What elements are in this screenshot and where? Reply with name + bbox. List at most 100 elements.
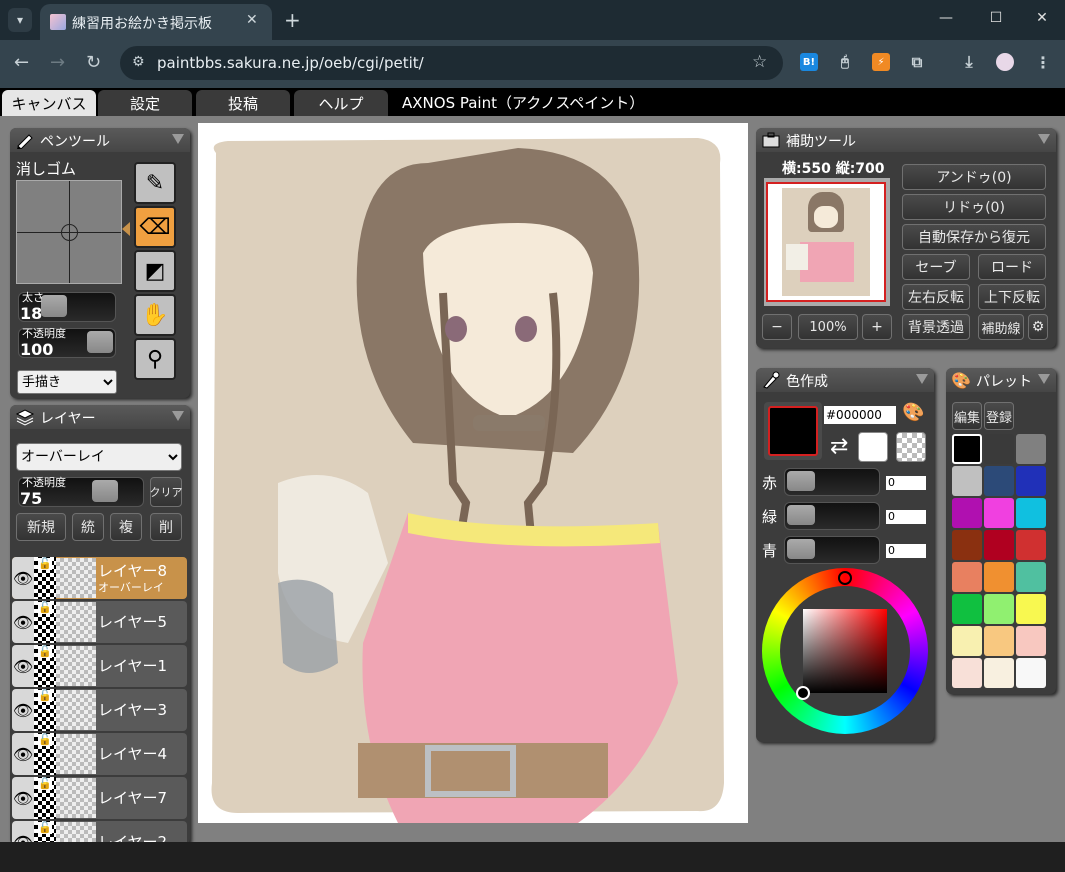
palette-swatch[interactable] bbox=[952, 498, 982, 528]
bg-transparent-button[interactable]: 背景透過 bbox=[902, 314, 970, 340]
color-header[interactable]: 色作成 bbox=[756, 368, 934, 392]
guide-line-button[interactable]: 補助線 bbox=[978, 314, 1024, 340]
hue-wheel[interactable] bbox=[762, 568, 928, 734]
merge-layer-button[interactable]: 統 bbox=[72, 513, 104, 541]
layer-row[interactable]: 👁 🔓 レイヤー3 bbox=[12, 689, 187, 731]
redo-button[interactable]: リドゥ(0) bbox=[902, 194, 1046, 220]
blue-slider[interactable] bbox=[784, 536, 880, 564]
extension-orange-icon[interactable]: ⚡ bbox=[872, 53, 890, 71]
maximize-icon[interactable]: ☐ bbox=[986, 10, 1006, 26]
omnibox[interactable]: ⚙ paintbbs.sakura.ne.jp/oeb/cgi/petit/ ☆ bbox=[120, 46, 783, 80]
tab-close-icon[interactable]: ✕ bbox=[246, 12, 258, 28]
tab-settings[interactable]: 設定 bbox=[98, 90, 192, 116]
transparent-swatch[interactable] bbox=[896, 432, 926, 462]
swap-colors-icon[interactable]: ⇄ bbox=[830, 434, 848, 459]
hatena-bookmark-icon[interactable]: B! bbox=[800, 53, 818, 71]
menu-dots-icon[interactable]: ⋮ bbox=[1034, 53, 1052, 72]
eye-icon[interactable]: 👁 bbox=[12, 777, 34, 819]
duplicate-layer-button[interactable]: 複 bbox=[110, 513, 142, 541]
zoom-level[interactable]: 100% bbox=[798, 314, 858, 340]
eye-icon[interactable]: 👁 bbox=[12, 733, 34, 775]
hue-handle[interactable] bbox=[838, 571, 852, 585]
close-window-icon[interactable]: ✕ bbox=[1032, 10, 1052, 26]
palette-swatch[interactable] bbox=[984, 658, 1014, 688]
palette-swatch[interactable] bbox=[1016, 594, 1046, 624]
zoom-in-button[interactable]: + bbox=[862, 314, 892, 340]
hex-input[interactable]: #000000 bbox=[824, 406, 896, 424]
restore-autosave-button[interactable]: 自動保存から復元 bbox=[902, 224, 1046, 250]
red-value[interactable]: 0 bbox=[886, 476, 926, 490]
white-color-swatch[interactable] bbox=[858, 432, 888, 462]
green-value[interactable]: 0 bbox=[886, 510, 926, 524]
download-icon[interactable]: ⤓ bbox=[960, 52, 978, 71]
browser-tab[interactable]: 練習用お絵かき掲示板 ✕ bbox=[40, 4, 272, 40]
layer-row[interactable]: 👁 🔓 レイヤー1 bbox=[12, 645, 187, 687]
palette-swatch[interactable] bbox=[952, 434, 982, 464]
palette-swatch[interactable] bbox=[1016, 562, 1046, 592]
reload-icon[interactable]: ↻ bbox=[86, 52, 101, 73]
bookmark-star-icon[interactable]: ☆ bbox=[752, 52, 767, 72]
eye-icon[interactable]: 👁 bbox=[12, 689, 34, 731]
layer-row[interactable]: 👁 🔓 レイヤー4 bbox=[12, 733, 187, 775]
tab-help[interactable]: ヘルプ bbox=[294, 90, 388, 116]
back-icon[interactable]: ← bbox=[14, 52, 29, 73]
tab-search-button[interactable]: ▾ bbox=[8, 8, 32, 32]
blue-value[interactable]: 0 bbox=[886, 544, 926, 558]
palette-swatch[interactable] bbox=[952, 594, 982, 624]
profile-avatar[interactable] bbox=[996, 53, 1014, 71]
brush-type-select[interactable]: 手描き bbox=[17, 370, 117, 394]
palette-swatch[interactable] bbox=[952, 626, 982, 656]
mouse-extension-icon[interactable]: 🖰 bbox=[836, 53, 854, 71]
palette-swatch[interactable] bbox=[984, 434, 1014, 464]
brush-opacity-knob[interactable] bbox=[87, 331, 113, 353]
fill-bucket-icon[interactable]: ◩ bbox=[134, 250, 176, 292]
lock-toggle[interactable]: 🔓 bbox=[34, 733, 56, 775]
palette-swatch[interactable] bbox=[984, 466, 1014, 496]
lock-icon[interactable]: 🔓 bbox=[38, 646, 52, 658]
drawing-canvas[interactable] bbox=[198, 123, 748, 823]
lock-toggle[interactable]: 🔓 bbox=[34, 601, 56, 643]
eye-icon[interactable]: 👁 bbox=[12, 601, 34, 643]
palette-swatch[interactable] bbox=[1016, 658, 1046, 688]
palette-swatch[interactable] bbox=[984, 594, 1014, 624]
lock-icon[interactable]: 🔓 bbox=[38, 558, 52, 570]
delete-layer-button[interactable]: 削 bbox=[150, 513, 182, 541]
lock-toggle[interactable]: 🔓 bbox=[34, 777, 56, 819]
flip-horizontal-button[interactable]: 左右反転 bbox=[902, 284, 970, 310]
lock-toggle[interactable]: 🔓 bbox=[34, 557, 56, 599]
lock-toggle[interactable]: 🔓 bbox=[34, 689, 56, 731]
hand-tool-icon[interactable]: ✋ bbox=[134, 294, 176, 336]
layer-row[interactable]: 👁 🔓 レイヤー7 bbox=[12, 777, 187, 819]
collapse-icon[interactable] bbox=[172, 411, 184, 421]
sv-handle[interactable] bbox=[796, 686, 810, 700]
brush-size-knob[interactable] bbox=[40, 295, 67, 317]
layer-row[interactable]: 👁 🔓 レイヤー5 bbox=[12, 601, 187, 643]
lock-icon[interactable]: 🔓 bbox=[38, 690, 52, 702]
new-tab-button[interactable]: + bbox=[284, 8, 301, 32]
palette-swatch[interactable] bbox=[984, 498, 1014, 528]
palette-swatch[interactable] bbox=[1016, 434, 1046, 464]
palette-swatch[interactable] bbox=[952, 562, 982, 592]
load-button[interactable]: ロード bbox=[978, 254, 1046, 280]
clear-layer-button[interactable]: クリア bbox=[150, 477, 183, 507]
current-color-swatch[interactable] bbox=[768, 406, 818, 456]
lock-icon[interactable]: 🔓 bbox=[38, 778, 52, 790]
lock-toggle[interactable]: 🔓 bbox=[34, 645, 56, 687]
palette-swatch[interactable] bbox=[984, 562, 1014, 592]
gear-icon[interactable]: ⚙ bbox=[1028, 314, 1048, 340]
lock-icon[interactable]: 🔓 bbox=[38, 602, 52, 614]
lock-icon[interactable]: 🔓 bbox=[38, 822, 52, 834]
green-slider[interactable] bbox=[784, 502, 880, 530]
zoom-out-button[interactable]: − bbox=[762, 314, 792, 340]
site-info-icon[interactable]: ⚙ bbox=[132, 54, 145, 70]
pen-tool-header[interactable]: ペンツール bbox=[10, 128, 190, 152]
red-slider[interactable] bbox=[784, 468, 880, 496]
tab-post[interactable]: 投稿 bbox=[196, 90, 290, 116]
collapse-icon[interactable] bbox=[1038, 134, 1050, 144]
flip-vertical-button[interactable]: 上下反転 bbox=[978, 284, 1046, 310]
eyedropper-icon[interactable]: ⚲ bbox=[134, 338, 176, 380]
navigator-viewport[interactable] bbox=[766, 182, 886, 302]
url-text[interactable]: paintbbs.sakura.ne.jp/oeb/cgi/petit/ bbox=[157, 54, 424, 72]
palette-swatch[interactable] bbox=[1016, 626, 1046, 656]
palette-swatch[interactable] bbox=[952, 658, 982, 688]
